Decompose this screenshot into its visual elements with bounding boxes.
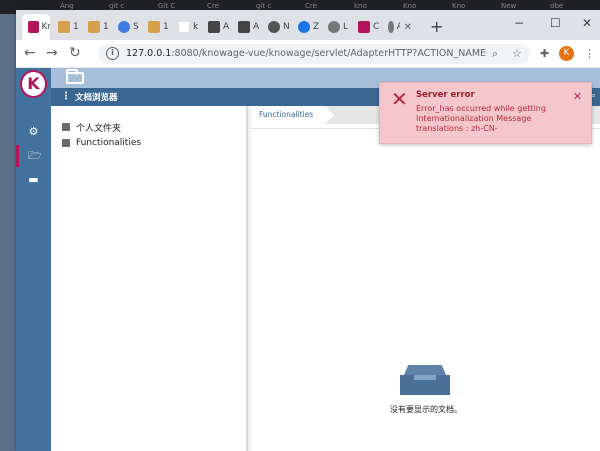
- tree-item-personal-folder[interactable]: 个人文件夹: [62, 120, 121, 134]
- folder-icon: [66, 69, 84, 84]
- tab-5[interactable]: 1: [142, 14, 172, 40]
- google-favicon: [178, 21, 190, 33]
- tab-7[interactable]: A: [202, 14, 232, 40]
- knowage-favicon: [358, 21, 370, 33]
- tab-10[interactable]: Z: [292, 14, 322, 40]
- document-list: [251, 128, 600, 451]
- folder-open-icon[interactable]: 🗁: [16, 145, 51, 167]
- globe-favicon: [328, 21, 340, 33]
- tab-favicon: [88, 21, 100, 33]
- github-favicon: [268, 21, 280, 33]
- minimize-button[interactable]: −: [514, 16, 524, 30]
- close-window-button[interactable]: ✕: [582, 16, 592, 30]
- doc-favicon: [238, 21, 250, 33]
- tab-strip: Kr 1 1 S 1 k A A N Z L C A✕ + − ☐ ✕: [16, 10, 600, 40]
- knowage-favicon: [28, 21, 39, 33]
- gear-favicon: [118, 21, 130, 33]
- bookmark-star-icon[interactable]: ☆: [512, 47, 522, 60]
- tree-item-functionalities[interactable]: Functionalities: [62, 136, 141, 150]
- tab-12[interactable]: C: [352, 14, 382, 40]
- globe-favicon: [388, 21, 394, 33]
- gear-icon[interactable]: ⚙: [16, 121, 51, 143]
- breadcrumb-item-functionalities[interactable]: Functionalities: [251, 106, 335, 124]
- tab-13[interactable]: A✕: [382, 14, 412, 40]
- empty-inbox-icon: [400, 365, 450, 395]
- briefcase-icon[interactable]: ▬: [16, 169, 51, 191]
- browser-toolbar: ← → ↻ i 127.0.0.1:8080/knowage-vue/knowa…: [16, 40, 600, 68]
- tab-11[interactable]: L: [322, 14, 352, 40]
- info-icon[interactable]: i: [106, 47, 119, 60]
- folder-tree: 个人文件夹 Functionalities: [51, 106, 247, 451]
- document-list-panel: Functionalities 没有要显示的文档。: [251, 106, 600, 451]
- tab-9[interactable]: N: [262, 14, 292, 40]
- tab-favicon: [148, 21, 160, 33]
- tab-favicon: [58, 21, 70, 33]
- browser-window: Kr 1 1 S 1 k A A N Z L C A✕ + − ☐ ✕ ← → …: [16, 10, 600, 451]
- panel-title: 文档浏览器: [75, 93, 118, 103]
- toast-message: Error_has occurred while getting Interna…: [416, 104, 546, 133]
- folder-icon: [62, 139, 70, 147]
- error-toast: ✕ Server error Error_has occurred while …: [379, 82, 592, 144]
- tab-knowage[interactable]: Kr: [22, 14, 50, 40]
- menu-icon[interactable]: ⋮: [584, 47, 595, 60]
- new-tab-button[interactable]: +: [430, 19, 443, 35]
- reload-button[interactable]: ↻: [69, 45, 81, 61]
- forward-button[interactable]: →: [46, 45, 58, 61]
- maximize-button[interactable]: ☐: [550, 16, 561, 30]
- error-x-icon: ✕: [391, 87, 408, 111]
- tab-3[interactable]: 1: [82, 14, 112, 40]
- address-bar[interactable]: i 127.0.0.1:8080/knowage-vue/knowage/ser…: [98, 44, 530, 64]
- profile-avatar[interactable]: K: [559, 46, 574, 61]
- tab-8[interactable]: A: [232, 14, 262, 40]
- doc-favicon: [208, 21, 220, 33]
- extensions-icon[interactable]: ✚: [540, 47, 549, 60]
- toast-title: Server error: [416, 90, 475, 100]
- close-tab-icon[interactable]: ✕: [404, 22, 412, 33]
- back-button[interactable]: ←: [24, 45, 36, 61]
- tab-4[interactable]: S: [112, 14, 142, 40]
- empty-state-text: 没有要显示的文档。: [390, 405, 462, 414]
- globe-favicon: [298, 21, 310, 33]
- kebab-menu-icon[interactable]: ⋮: [61, 91, 71, 102]
- close-icon[interactable]: ✕: [573, 90, 582, 103]
- knowage-logo[interactable]: K: [20, 70, 47, 98]
- tab-2[interactable]: 1: [52, 14, 82, 40]
- left-nav: K ⚙ 🗁 ▬: [16, 68, 51, 451]
- folder-icon: [62, 123, 70, 131]
- tab-6[interactable]: k: [172, 14, 202, 40]
- url-text[interactable]: 127.0.0.1:8080/knowage-vue/knowage/servl…: [126, 48, 486, 59]
- zoom-icon[interactable]: ⌕: [492, 47, 498, 61]
